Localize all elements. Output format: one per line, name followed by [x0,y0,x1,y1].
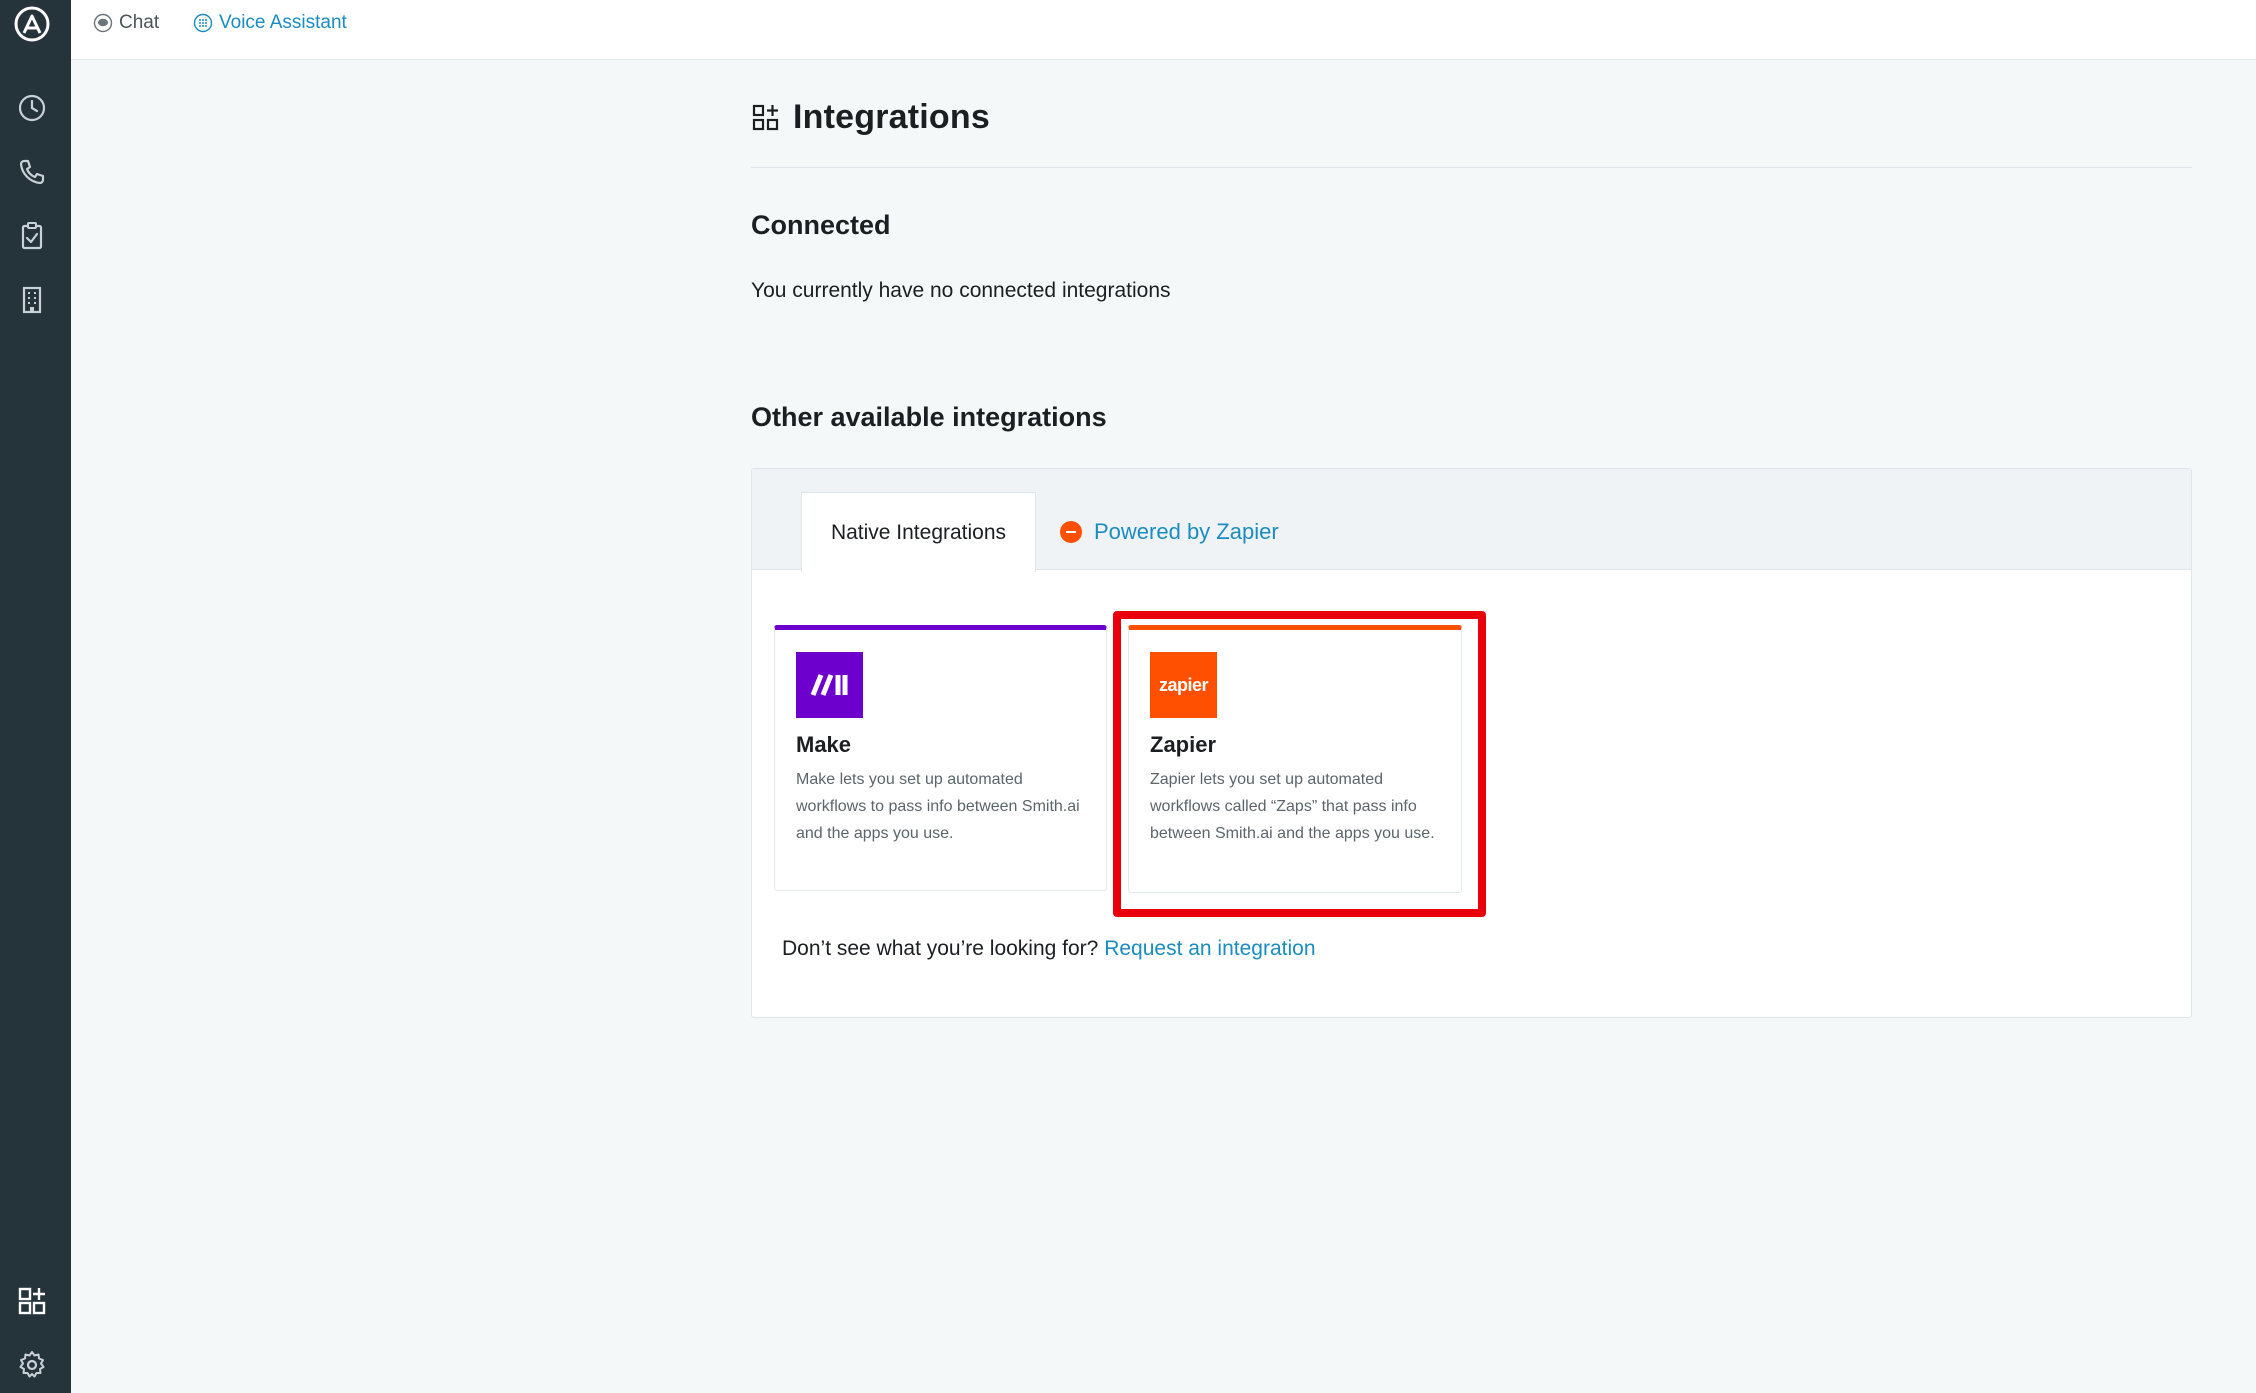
make-card-title: Make [796,732,852,757]
integrations-panel: Native Integrations Powered by Zapier Ma… [751,468,2192,1018]
clipboard-check-icon[interactable] [14,218,50,254]
nav-voice-assistant-label: Voice Assistant [219,12,347,33]
phone-icon[interactable] [14,154,50,190]
nav-chat[interactable]: Chat [93,12,159,34]
make-logo-icon [796,652,863,718]
request-integration-link[interactable]: Request an integration [1104,937,1315,960]
settings-icon[interactable] [14,1347,50,1383]
chat-bubble-icon [93,13,113,33]
tab-strip: Native Integrations Powered by Zapier [752,469,2191,572]
building-icon[interactable] [14,282,50,318]
tab-powered-by-zapier-label: Powered by Zapier [1094,519,1279,544]
connected-heading: Connected [751,210,891,240]
zapier-icon [1060,521,1082,543]
keypad-icon [193,13,213,33]
sidebar [0,0,71,1393]
request-prompt: Don’t see what you’re looking for? [782,937,1099,960]
page-title: Integrations [793,98,990,136]
top-bar: Chat Voice Assistant [71,0,2256,60]
make-card-description: Make lets you set up automated workflows… [796,771,1080,842]
nav-chat-label: Chat [119,12,160,33]
clock-icon[interactable] [14,90,50,126]
logo-icon[interactable] [14,6,50,42]
divider [751,167,2192,168]
request-integration-text: Don’t see what you’re looking for? Reque… [782,937,1316,961]
make-card[interactable]: Make Make lets you set up automated work… [774,625,1107,891]
other-integrations-heading: Other available integrations [751,402,1107,432]
tab-powered-by-zapier[interactable]: Powered by Zapier [1060,519,1279,545]
integrations-icon [751,103,781,133]
highlight-box [1113,611,1486,917]
tab-native-integrations[interactable]: Native Integrations [801,492,1036,572]
page-header: Integrations [751,98,990,137]
integrations-icon[interactable] [14,1283,50,1319]
nav-voice-assistant[interactable]: Voice Assistant [193,12,347,34]
connected-empty-text: You currently have no connected integrat… [751,279,1171,302]
